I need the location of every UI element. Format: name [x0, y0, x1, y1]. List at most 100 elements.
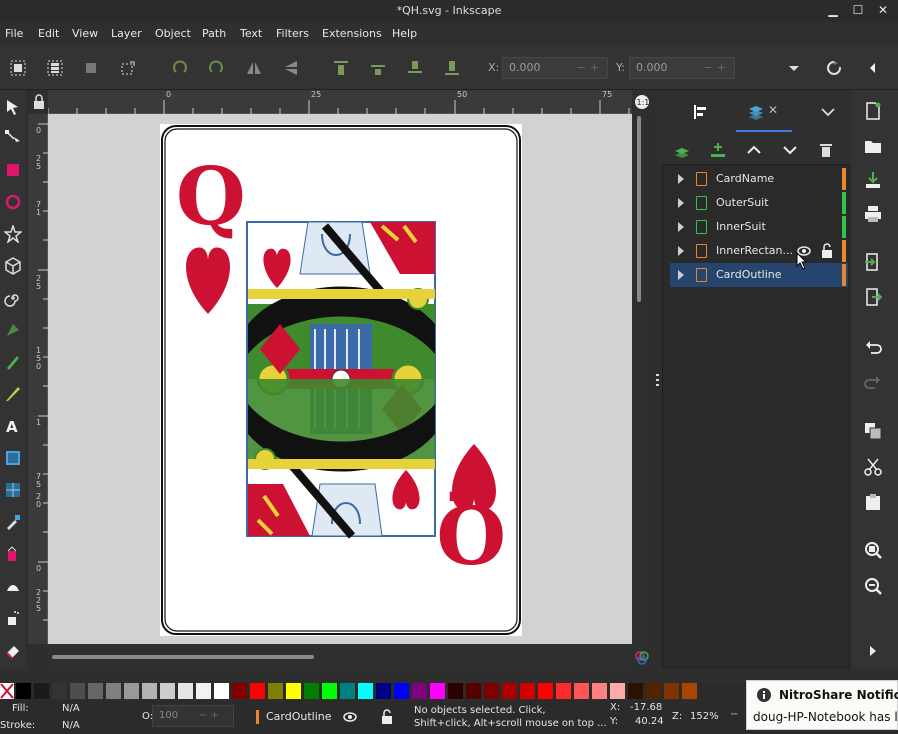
menu-path[interactable]: Path [202, 27, 226, 40]
menu-edit[interactable]: Edit [38, 27, 59, 40]
palette-swatch[interactable] [664, 683, 679, 699]
rotate-cw-icon[interactable] [208, 60, 224, 76]
palette-swatch[interactable] [286, 683, 301, 699]
new-document-icon[interactable] [864, 102, 882, 120]
palette-swatch[interactable] [268, 683, 283, 699]
touch-select-icon[interactable] [120, 60, 136, 76]
expand-triangle-icon[interactable] [678, 246, 684, 256]
palette-swatch[interactable] [394, 683, 409, 699]
select-all-layers-icon[interactable] [47, 60, 63, 76]
pen-tool-icon[interactable] [4, 321, 22, 339]
delete-layer-icon[interactable] [818, 142, 834, 158]
palette-swatch[interactable] [178, 683, 193, 699]
x-input[interactable]: 0.000 −+ [502, 57, 608, 79]
rotate-ccw-icon[interactable] [172, 60, 188, 76]
expand-right-icon[interactable] [864, 642, 882, 660]
add-layer-icon[interactable] [710, 142, 726, 158]
menu-text[interactable]: Text [240, 27, 262, 40]
palette-swatch[interactable] [646, 683, 661, 699]
deselect-icon[interactable] [83, 60, 99, 76]
spray-tool-icon[interactable] [4, 609, 22, 627]
expand-triangle-icon[interactable] [678, 270, 684, 280]
dropper-tool-icon[interactable] [4, 513, 22, 531]
palette-swatch[interactable] [322, 683, 337, 699]
lower-icon[interactable] [407, 60, 423, 76]
dropdown-arrow-icon[interactable] [786, 60, 802, 76]
palette-swatch[interactable] [106, 683, 121, 699]
chevron-down-icon[interactable] [820, 104, 836, 120]
menu-view[interactable]: View [72, 27, 98, 40]
layer-lock-icon[interactable] [380, 709, 394, 725]
palette-swatch[interactable] [592, 683, 607, 699]
guide-lock-icon[interactable] [32, 93, 46, 111]
zoom-one-to-one-icon[interactable]: 1:1 [634, 94, 650, 110]
raise-to-top-icon[interactable] [333, 60, 349, 76]
cut-icon[interactable] [864, 458, 882, 476]
transform-toggle-icon[interactable] [826, 60, 842, 76]
close-button[interactable]: ✕ [876, 3, 890, 17]
layer-visibility-eye-icon[interactable] [342, 710, 358, 724]
palette-swatch[interactable] [628, 683, 643, 699]
palette-swatch[interactable] [124, 683, 139, 699]
layer-row-outersuit[interactable]: OuterSuit [670, 191, 848, 215]
undo-icon[interactable] [864, 338, 882, 356]
tab-layers[interactable]: ✕ [736, 90, 792, 132]
save-icon[interactable] [864, 171, 882, 189]
zoom-selection-icon[interactable] [864, 541, 882, 559]
playing-card[interactable]: Q Q [160, 124, 522, 636]
layer-row-innerrectangle[interactable]: InnerRectan... [670, 239, 848, 263]
gradient-tool-icon[interactable] [4, 449, 22, 467]
horizontal-ruler[interactable]: 0 25 50 75 [48, 90, 632, 114]
vertical-scroll-thumb[interactable] [637, 116, 641, 302]
selector-tool-icon[interactable] [4, 98, 22, 116]
paint-bucket-tool-icon[interactable] [4, 545, 22, 563]
y-input[interactable]: 0.000 −+ [629, 57, 735, 79]
expand-triangle-icon[interactable] [678, 222, 684, 232]
node-tool-icon[interactable] [4, 129, 22, 147]
paste-icon[interactable] [864, 493, 882, 511]
palette-swatch[interactable] [88, 683, 103, 699]
palette-swatch[interactable] [574, 683, 589, 699]
palette-swatch[interactable] [340, 683, 355, 699]
menu-extensions[interactable]: Extensions [322, 27, 382, 40]
menu-filters[interactable]: Filters [276, 27, 309, 40]
horizontal-scrollbar[interactable] [48, 644, 632, 668]
3d-box-tool-icon[interactable] [4, 257, 22, 275]
rectangle-tool-icon[interactable] [4, 161, 22, 179]
menu-object[interactable]: Object [155, 27, 191, 40]
export-icon[interactable] [864, 288, 882, 306]
color-manage-icon[interactable] [634, 650, 650, 666]
ellipse-tool-icon[interactable] [4, 193, 22, 211]
zoom-drawing-icon[interactable] [864, 577, 882, 595]
stroke-value[interactable]: N/A [62, 720, 80, 731]
palette-swatch[interactable] [70, 683, 85, 699]
tweak-tool-icon[interactable] [4, 577, 22, 595]
layer-row-cardoutline[interactable]: CardOutline [670, 263, 848, 287]
menu-layer[interactable]: Layer [111, 27, 142, 40]
zoom-value[interactable]: 152% [690, 711, 719, 722]
redo-icon[interactable] [864, 373, 882, 391]
palette-swatch[interactable] [412, 683, 427, 699]
drawing-canvas[interactable]: Q Q [48, 114, 632, 644]
text-tool-icon[interactable]: A [4, 417, 22, 435]
menu-help[interactable]: Help [392, 27, 417, 40]
vertical-ruler[interactable]: 0 2 5 7 1 2 5 1 5 0 1 7 5 2 0 0 2 2 5 [28, 114, 48, 644]
horizontal-scroll-thumb[interactable] [52, 655, 314, 659]
lower-to-bottom-icon[interactable] [444, 60, 460, 76]
palette-swatch[interactable] [448, 683, 463, 699]
palette-swatch[interactable] [34, 683, 49, 699]
lower-layer-icon[interactable] [782, 142, 798, 158]
select-all-icon[interactable] [10, 60, 26, 76]
palette-swatch[interactable] [250, 683, 265, 699]
zoom-out-stepper[interactable]: − [730, 709, 738, 720]
copy-icon[interactable] [864, 422, 882, 440]
raise-icon[interactable] [370, 60, 386, 76]
palette-swatch[interactable] [556, 683, 571, 699]
palette-swatch[interactable] [52, 683, 67, 699]
raise-layer-icon[interactable] [746, 142, 762, 158]
open-folder-icon[interactable] [864, 137, 882, 155]
palette-swatch[interactable] [16, 683, 31, 699]
opacity-stepper[interactable]: − + [199, 710, 219, 721]
palette-swatch[interactable] [484, 683, 499, 699]
palette-swatch[interactable] [358, 683, 373, 699]
